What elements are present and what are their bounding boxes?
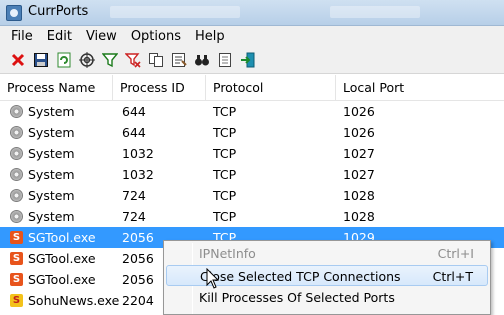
sgtool-process-icon: S <box>10 231 23 244</box>
report-icon[interactable] <box>215 50 235 70</box>
filter-icon[interactable] <box>100 50 120 70</box>
table-row[interactable]: System 644 TCP 1026 <box>0 122 504 143</box>
process-name-cell: System <box>28 104 75 119</box>
system-process-icon <box>10 126 23 139</box>
save-icon[interactable] <box>31 50 51 70</box>
process-id-cell: 2204 <box>122 293 154 308</box>
target-icon[interactable] <box>77 50 97 70</box>
toolbar <box>0 47 504 74</box>
clear-filter-icon[interactable] <box>123 50 143 70</box>
currports-app-icon <box>6 5 22 21</box>
column-local-port[interactable]: Local Port <box>336 75 504 101</box>
title-bar-blur <box>330 6 420 18</box>
local-port-cell: 1027 <box>343 167 375 182</box>
protocol-cell: TCP <box>213 104 237 119</box>
menu-item-label: Close Selected TCP Connections <box>200 269 401 284</box>
local-port-cell: 1026 <box>343 125 375 140</box>
process-name-cell: System <box>28 167 75 182</box>
menu-edit[interactable]: Edit <box>40 26 79 47</box>
menu-item-shortcut: Ctrl+T <box>432 269 473 284</box>
local-port-cell: 1026 <box>343 104 375 119</box>
list-header: Process Name Process ID Protocol Local P… <box>0 75 504 101</box>
menu-item-kill-processes[interactable]: Kill Processes Of Selected Ports <box>166 287 488 308</box>
process-id-cell: 724 <box>122 209 146 224</box>
process-id-cell: 2056 <box>122 251 154 266</box>
table-row[interactable]: System 724 TCP 1028 <box>0 206 504 227</box>
sgtool-process-icon: S <box>10 252 23 265</box>
local-port-cell: 1028 <box>343 209 375 224</box>
process-name-cell: System <box>28 188 75 203</box>
system-process-icon <box>10 168 23 181</box>
protocol-cell: TCP <box>213 209 237 224</box>
process-name-cell: System <box>28 125 75 140</box>
process-id-cell: 1032 <box>122 146 154 161</box>
title-bar: CurrPorts <box>0 0 504 26</box>
process-id-cell: 644 <box>122 125 146 140</box>
process-id-cell: 2056 <box>122 230 154 245</box>
copy-icon[interactable] <box>146 50 166 70</box>
system-process-icon <box>10 105 23 118</box>
sohunews-process-icon: S <box>10 294 23 307</box>
menu-bar: File Edit View Options Help <box>0 26 504 47</box>
system-process-icon <box>10 210 23 223</box>
protocol-cell: TCP <box>213 125 237 140</box>
process-name-cell: SGTool.exe <box>28 272 96 287</box>
protocol-cell: TCP <box>213 146 237 161</box>
window-title: CurrPorts <box>28 4 89 19</box>
exit-icon[interactable] <box>238 50 258 70</box>
process-id-cell: 2056 <box>122 272 154 287</box>
close-connection-icon[interactable] <box>8 50 28 70</box>
process-name-cell: SGTool.exe <box>28 251 96 266</box>
process-name-cell: SohuNews.exe <box>28 293 120 308</box>
menu-view[interactable]: View <box>79 26 124 47</box>
menu-item-label: IPNetInfo <box>199 246 256 261</box>
process-id-cell: 724 <box>122 188 146 203</box>
find-icon[interactable] <box>192 50 212 70</box>
menu-item-label: Kill Processes Of Selected Ports <box>199 290 395 305</box>
column-process-name[interactable]: Process Name <box>0 75 113 101</box>
properties-icon[interactable] <box>169 50 189 70</box>
mouse-cursor-icon <box>206 268 220 289</box>
menu-help[interactable]: Help <box>188 26 232 47</box>
process-id-cell: 1032 <box>122 167 154 182</box>
menu-item-ipnetinfo[interactable]: IPNetInfo Ctrl+I <box>166 243 488 264</box>
system-process-icon <box>10 189 23 202</box>
menu-file[interactable]: File <box>4 26 40 47</box>
protocol-cell: TCP <box>213 167 237 182</box>
table-row[interactable]: System 1032 TCP 1027 <box>0 143 504 164</box>
title-bar-blur <box>110 6 240 18</box>
system-process-icon <box>10 147 23 160</box>
process-name-cell: System <box>28 209 75 224</box>
table-row[interactable]: System 1032 TCP 1027 <box>0 164 504 185</box>
protocol-cell: TCP <box>213 188 237 203</box>
column-protocol[interactable]: Protocol <box>206 75 336 101</box>
process-name-cell: System <box>28 146 75 161</box>
refresh-icon[interactable] <box>54 50 74 70</box>
local-port-cell: 1028 <box>343 188 375 203</box>
process-name-cell: SGTool.exe <box>28 230 96 245</box>
process-id-cell: 644 <box>122 104 146 119</box>
sgtool-process-icon: S <box>10 273 23 286</box>
menu-item-shortcut: Ctrl+I <box>437 246 474 261</box>
menu-options[interactable]: Options <box>124 26 188 47</box>
table-row[interactable]: System 724 TCP 1028 <box>0 185 504 206</box>
column-process-id[interactable]: Process ID <box>113 75 206 101</box>
local-port-cell: 1027 <box>343 146 375 161</box>
table-row[interactable]: System 644 TCP 1026 <box>0 101 504 122</box>
